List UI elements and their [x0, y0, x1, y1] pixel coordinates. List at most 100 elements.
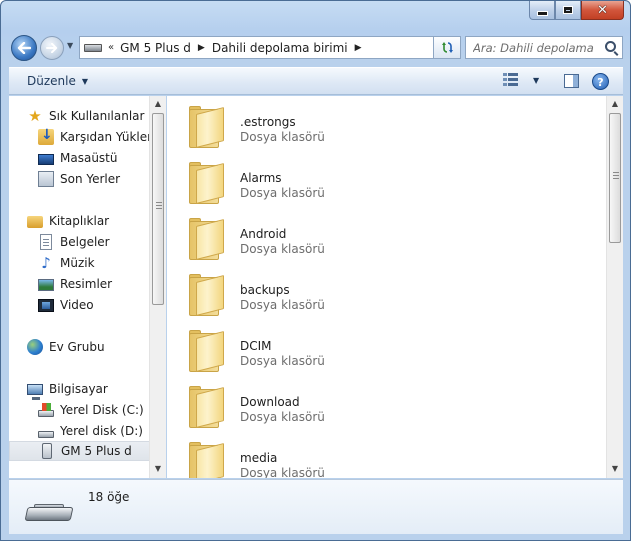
nav-libraries-label: Kitaplıklar	[49, 214, 110, 228]
folder-icon	[187, 330, 227, 374]
downloads-folder-icon	[38, 127, 54, 145]
nav-item-documents[interactable]: Belgeler	[9, 232, 110, 252]
scroll-down-icon[interactable]: ▼	[150, 461, 166, 477]
hard-drive-icon	[38, 431, 54, 438]
nav-item-recent-places[interactable]: Son Yerler	[9, 169, 120, 189]
chevron-down-icon[interactable]: ▼	[533, 76, 539, 85]
organize-menu[interactable]: Düzenle ▼	[27, 74, 88, 88]
nav-item-label: Yerel disk (D:)	[60, 424, 143, 438]
folder-icon	[187, 218, 227, 262]
file-type: Dosya klasörü	[240, 466, 325, 478]
list-item[interactable]: media Dosya klasörü	[187, 435, 567, 478]
folder-icon	[187, 274, 227, 318]
libraries-icon	[27, 216, 43, 228]
nav-item-label: GM 5 Plus d	[61, 444, 132, 458]
nav-computer[interactable]: Bilgisayar	[9, 379, 108, 400]
scroll-down-icon[interactable]: ▼	[607, 461, 623, 477]
maximize-icon	[563, 6, 573, 14]
nav-item-label: Belgeler	[60, 235, 110, 249]
search-box[interactable]	[465, 36, 623, 59]
refresh-button[interactable]	[433, 36, 461, 59]
pictures-icon	[38, 279, 54, 291]
scroll-thumb[interactable]	[152, 113, 164, 305]
file-type: Dosya klasörü	[240, 410, 325, 424]
change-view-button[interactable]: ▼	[503, 73, 539, 87]
nav-item-music[interactable]: ♪ Müzik	[9, 253, 94, 273]
scroll-thumb[interactable]	[609, 113, 621, 243]
chevron-down-icon: ▼	[81, 76, 89, 86]
file-type: Dosya klasörü	[240, 298, 325, 312]
search-icon[interactable]	[605, 41, 616, 52]
navigation-pane: ★ Sık Kullanılanlar Karşıdan Yüklem Masa…	[9, 96, 166, 478]
breadcrumb-internal-storage[interactable]: Dahili depolama birimi	[212, 41, 348, 55]
desktop-icon	[38, 153, 54, 165]
list-item[interactable]: Download Dosya klasörü	[187, 379, 567, 433]
forward-button[interactable]	[40, 36, 64, 60]
nav-item-gm5-plus[interactable]: GM 5 Plus d	[9, 441, 150, 461]
address-bar[interactable]: « GM 5 Plus d ▶ Dahili depolama birimi ▶…	[79, 36, 461, 59]
nav-item-label: Son Yerler	[60, 172, 121, 186]
help-icon[interactable]: ?	[592, 73, 609, 90]
explorer-window: ✕ ▼ « GM 5 Plus d ▶ Dahili depolama biri…	[0, 0, 631, 541]
nav-item-label: Yerel Disk (C:)	[60, 403, 144, 417]
nav-libraries[interactable]: Kitaplıklar	[9, 211, 109, 231]
close-icon: ✕	[597, 2, 608, 18]
nav-item-local-disk-c[interactable]: Yerel Disk (C:)	[9, 400, 144, 420]
preview-pane-icon[interactable]	[564, 74, 579, 88]
breadcrumb-arrow-icon[interactable]: ▶	[198, 43, 205, 53]
folder-icon	[187, 162, 227, 206]
scroll-up-icon[interactable]: ▲	[150, 96, 166, 112]
folder-icon	[187, 106, 227, 150]
list-item[interactable]: Alarms Dosya klasörü	[187, 155, 567, 209]
nav-homegroup[interactable]: Ev Grubu	[9, 337, 105, 357]
file-list-scrollbar[interactable]: ▲ ▼	[606, 96, 623, 478]
organize-label: Düzenle	[27, 74, 76, 88]
nav-item-videos[interactable]: Video	[9, 295, 94, 315]
list-item[interactable]: backups Dosya klasörü	[187, 267, 567, 321]
computer-icon	[27, 384, 43, 400]
details-pane: 18 öğe	[9, 479, 623, 534]
nav-item-label: Karşıdan Yüklem	[60, 130, 159, 144]
file-name: backups	[240, 283, 290, 297]
nav-favorites[interactable]: ★ Sık Kullanılanlar	[9, 106, 144, 126]
breadcrumb-device[interactable]: GM 5 Plus d	[120, 41, 191, 55]
removable-drive-icon	[24, 504, 74, 523]
scroll-up-icon[interactable]: ▲	[607, 96, 623, 112]
file-type: Dosya klasörü	[240, 130, 325, 144]
nav-favorites-label: Sık Kullanılanlar	[49, 109, 145, 123]
maximize-button[interactable]	[555, 1, 581, 20]
nav-item-local-disk-d[interactable]: Yerel disk (D:)	[9, 421, 143, 441]
minimize-button[interactable]	[529, 1, 555, 20]
recent-places-icon	[38, 171, 54, 187]
file-type: Dosya klasörü	[240, 354, 325, 368]
close-button[interactable]: ✕	[581, 1, 624, 20]
recent-pages-dropdown[interactable]: ▼	[67, 41, 77, 53]
search-input[interactable]	[473, 40, 597, 55]
back-button[interactable]	[11, 35, 37, 61]
list-item[interactable]: Android Dosya klasörü	[187, 211, 567, 265]
nav-item-desktop[interactable]: Masaüstü	[9, 148, 117, 168]
file-type: Dosya klasörü	[240, 186, 325, 200]
documents-icon	[40, 234, 52, 250]
breadcrumb-arrow-icon[interactable]: ▶	[355, 43, 362, 53]
windows-drive-icon	[38, 403, 54, 417]
nav-computer-label: Bilgisayar	[49, 382, 108, 396]
nav-item-downloads[interactable]: Karşıdan Yüklem	[9, 127, 159, 147]
phone-icon	[42, 443, 52, 459]
view-details-icon	[503, 73, 519, 87]
refresh-icon	[441, 42, 453, 53]
nav-pane-scrollbar[interactable]: ▲ ▼	[149, 96, 166, 478]
breadcrumb-overflow[interactable]: «	[108, 42, 114, 53]
nav-item-label: Masaüstü	[60, 151, 118, 165]
nav-item-pictures[interactable]: Resimler	[9, 274, 112, 294]
file-type: Dosya klasörü	[240, 242, 325, 256]
file-name: media	[240, 451, 278, 465]
list-item[interactable]: .estrongs Dosya klasörü	[187, 99, 567, 153]
portable-device-icon	[84, 43, 102, 52]
nav-item-label: Resimler	[60, 277, 113, 291]
minimize-icon	[536, 10, 548, 16]
file-name: .estrongs	[240, 115, 296, 129]
file-name: Alarms	[240, 171, 282, 185]
list-item[interactable]: DCIM Dosya klasörü	[187, 323, 567, 377]
file-name: Download	[240, 395, 300, 409]
